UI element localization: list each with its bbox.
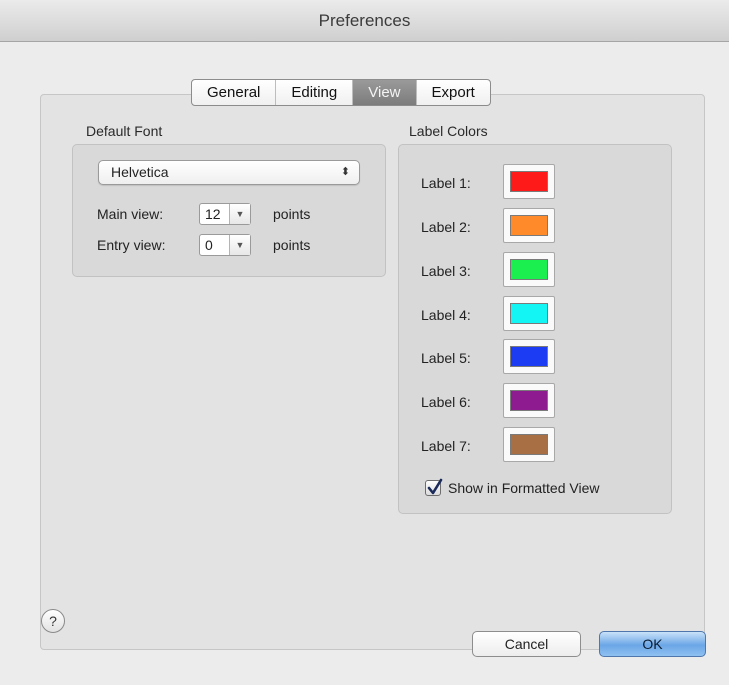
preferences-content: General Editing View Export Default Font… xyxy=(0,42,729,685)
tab-general[interactable]: General xyxy=(192,80,277,105)
font-popup-value: Helvetica xyxy=(111,164,169,180)
label-5-color-well[interactable] xyxy=(503,339,555,374)
label-3-swatch xyxy=(510,259,548,280)
chevron-down-icon[interactable]: ▼ xyxy=(229,235,250,255)
label-1-swatch xyxy=(510,171,548,192)
label-4-swatch xyxy=(510,303,548,324)
main-view-size-value[interactable]: 12 xyxy=(200,204,229,224)
label-1-color-well[interactable] xyxy=(503,164,555,199)
ok-button[interactable]: OK xyxy=(599,631,706,657)
main-view-unit: points xyxy=(273,206,311,222)
help-button[interactable]: ? xyxy=(41,609,65,633)
label-7-text: Label 7: xyxy=(421,438,471,454)
font-popup[interactable]: Helvetica ⬍ xyxy=(98,160,360,185)
label-2-text: Label 2: xyxy=(421,219,471,235)
label-colors-group: Label 1: Label 2: Label 3: Label 4: Labe… xyxy=(398,144,672,514)
label-7-swatch xyxy=(510,434,548,455)
main-view-size-combo[interactable]: 12 ▼ xyxy=(199,203,251,225)
show-formatted-label[interactable]: Show in Formatted View xyxy=(448,480,599,496)
chevron-down-icon[interactable]: ▼ xyxy=(229,204,250,224)
label-5-text: Label 5: xyxy=(421,350,471,366)
label-4-text: Label 4: xyxy=(421,307,471,323)
label-colors-title: Label Colors xyxy=(409,123,488,139)
label-7-color-well[interactable] xyxy=(503,427,555,462)
label-2-color-well[interactable] xyxy=(503,208,555,243)
label-6-color-well[interactable] xyxy=(503,383,555,418)
tab-editing[interactable]: Editing xyxy=(276,80,354,105)
entry-view-size-value[interactable]: 0 xyxy=(200,235,229,255)
label-2-swatch xyxy=(510,215,548,236)
default-font-title: Default Font xyxy=(86,123,163,139)
label-5-swatch xyxy=(510,346,548,367)
label-3-text: Label 3: xyxy=(421,263,471,279)
label-6-text: Label 6: xyxy=(421,394,471,410)
show-formatted-checkbox[interactable] xyxy=(425,478,443,496)
tab-panel: Default Font Helvetica ⬍ Main view: 12 ▼… xyxy=(40,94,705,650)
label-3-color-well[interactable] xyxy=(503,252,555,287)
label-4-color-well[interactable] xyxy=(503,296,555,331)
tab-view[interactable]: View xyxy=(353,80,417,105)
entry-view-label: Entry view: xyxy=(97,237,166,253)
entry-view-unit: points xyxy=(273,237,311,253)
popup-arrows-icon: ⬍ xyxy=(340,166,350,178)
entry-view-size-combo[interactable]: 0 ▼ xyxy=(199,234,251,256)
main-view-label: Main view: xyxy=(97,206,164,222)
label-6-swatch xyxy=(510,390,548,411)
tab-export[interactable]: Export xyxy=(417,80,490,105)
checkmark-icon xyxy=(427,478,443,495)
tab-bar: General Editing View Export xyxy=(191,79,491,106)
window-title: Preferences xyxy=(0,0,729,42)
default-font-group: Helvetica ⬍ Main view: 12 ▼ points Entry… xyxy=(72,144,386,277)
label-1-text: Label 1: xyxy=(421,175,471,191)
cancel-button[interactable]: Cancel xyxy=(472,631,581,657)
